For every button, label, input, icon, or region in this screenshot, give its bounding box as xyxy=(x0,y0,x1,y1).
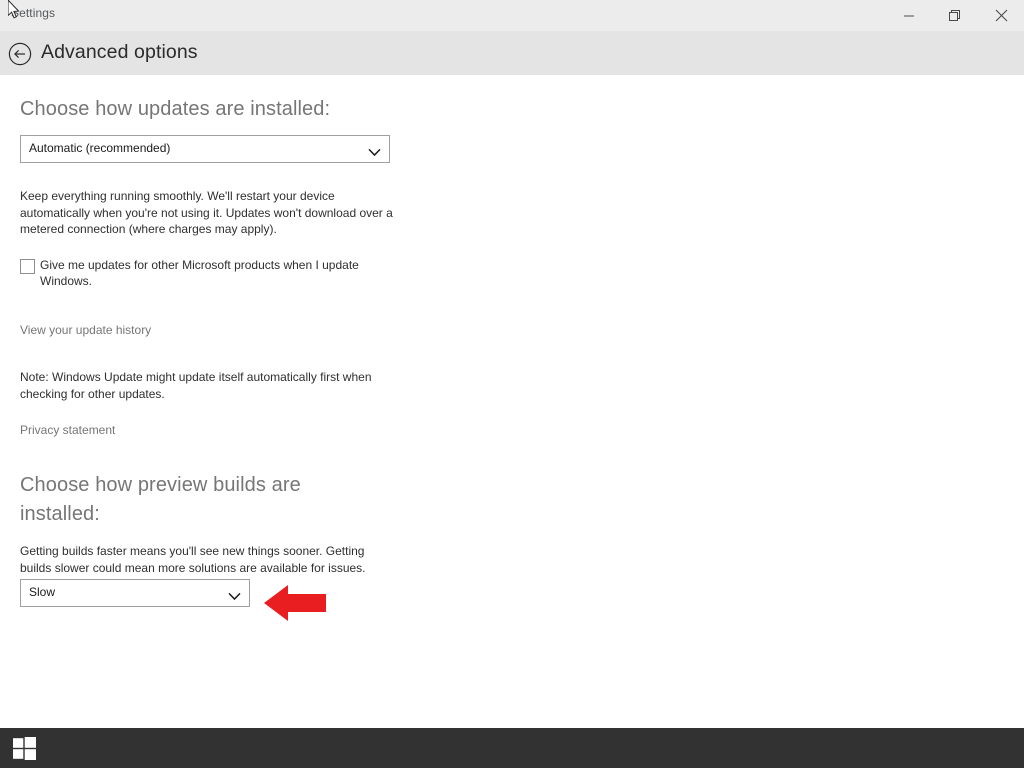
preview-builds-dropdown-value: Slow xyxy=(29,585,56,599)
taskbar: Search the web and Windows xyxy=(0,728,1024,768)
minimize-button[interactable] xyxy=(886,0,932,31)
title-bar: Settings xyxy=(0,0,1024,31)
microsoft-products-checkbox-label: Give me updates for other Microsoft prod… xyxy=(40,258,359,288)
privacy-statement-link[interactable]: Privacy statement xyxy=(20,422,115,438)
preview-builds-description: Getting builds faster means you'll see n… xyxy=(20,544,366,575)
updates-section-heading: Choose how updates are installed: xyxy=(20,98,331,120)
settings-window: Settings Advanced options Choose how upd… xyxy=(0,0,1024,768)
annotation-arrow-icon xyxy=(264,583,326,628)
microsoft-products-checkbox[interactable] xyxy=(20,259,35,274)
restore-button[interactable] xyxy=(932,0,978,31)
update-install-dropdown[interactable]: Automatic (recommended) xyxy=(20,135,390,163)
start-button[interactable] xyxy=(0,728,48,768)
update-install-dropdown-value: Automatic (recommended) xyxy=(29,141,171,155)
window-title: Settings xyxy=(11,6,56,20)
view-update-history-link[interactable]: View your update history xyxy=(20,322,151,338)
update-note-text: Note: Windows Update might update itself… xyxy=(20,370,372,401)
chevron-down-icon xyxy=(368,144,381,162)
preview-builds-heading: Choose how preview builds are installed: xyxy=(20,474,301,525)
page-title: Advanced options xyxy=(41,41,198,63)
page-header: Advanced options xyxy=(0,31,1024,75)
chevron-down-icon xyxy=(228,588,241,606)
back-button[interactable] xyxy=(8,42,32,66)
window-controls xyxy=(886,0,1024,31)
preview-builds-dropdown[interactable]: Slow xyxy=(20,579,250,607)
close-button[interactable] xyxy=(978,0,1024,31)
settings-content: Choose how updates are installed: Automa… xyxy=(0,75,1024,728)
updates-description: Keep everything running smoothly. We'll … xyxy=(20,189,393,236)
